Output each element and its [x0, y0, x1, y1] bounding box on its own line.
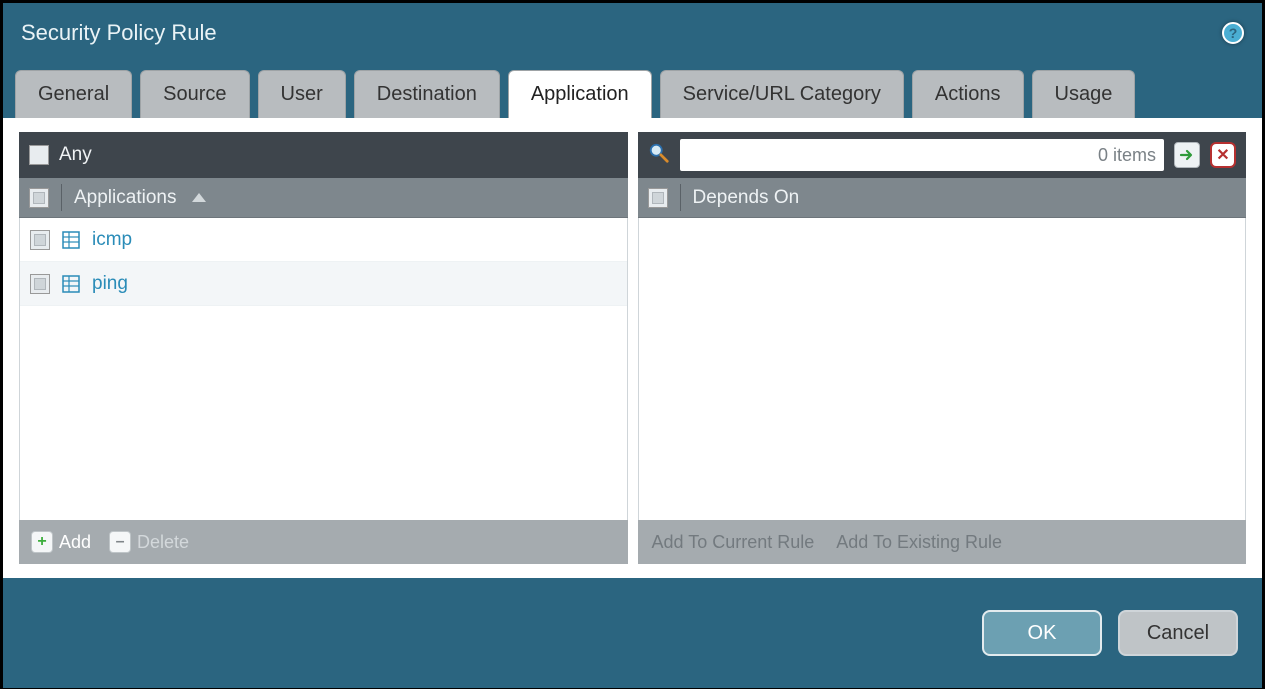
depends-search-bar: 0 items ✕: [638, 132, 1247, 178]
application-panel: Any Applications icmp ping: [3, 118, 1262, 578]
applications-pane: Any Applications icmp ping: [19, 132, 628, 564]
depends-on-pane: 0 items ✕ Depends On Add To Current Rule…: [638, 132, 1247, 564]
tab-label: Service/URL Category: [683, 83, 881, 105]
tab-label: Source: [163, 83, 226, 105]
column-header-label: Applications: [74, 187, 176, 209]
tab-label: Actions: [935, 83, 1001, 105]
add-button[interactable]: + Add: [31, 531, 91, 553]
tab-usage[interactable]: Usage: [1032, 70, 1136, 118]
depends-list: [638, 218, 1247, 520]
tab-label: General: [38, 83, 109, 105]
plus-icon: +: [31, 531, 53, 553]
applications-any-bar: Any: [19, 132, 628, 178]
ok-button[interactable]: OK: [982, 610, 1102, 656]
sort-ascending-icon: [192, 193, 206, 202]
cancel-button[interactable]: Cancel: [1118, 610, 1238, 656]
application-name[interactable]: icmp: [92, 229, 132, 251]
ok-label: OK: [1028, 622, 1057, 645]
any-label: Any: [59, 144, 92, 166]
select-all-depends-checkbox[interactable]: [648, 188, 668, 208]
add-to-current-rule-button[interactable]: Add To Current Rule: [652, 532, 815, 553]
tab-destination[interactable]: Destination: [354, 70, 500, 118]
row-checkbox[interactable]: [30, 230, 50, 250]
applications-footer: + Add – Delete: [19, 520, 628, 564]
dialog-footer: OK Cancel: [3, 578, 1262, 688]
application-grid-icon: [62, 275, 80, 293]
tab-label: Usage: [1055, 83, 1113, 105]
tab-label: User: [281, 83, 323, 105]
application-name[interactable]: ping: [92, 273, 128, 295]
dialog-titlebar: Security Policy Rule ?: [3, 3, 1262, 63]
clear-button[interactable]: ✕: [1210, 142, 1236, 168]
minus-icon: –: [109, 531, 131, 553]
delete-label: Delete: [137, 532, 189, 553]
search-input[interactable]: [688, 146, 1098, 164]
tab-actions[interactable]: Actions: [912, 70, 1024, 118]
search-input-wrap: 0 items: [680, 139, 1165, 171]
depends-footer: Add To Current Rule Add To Existing Rule: [638, 520, 1247, 564]
dialog-title: Security Policy Rule: [21, 20, 217, 46]
item-count: 0 items: [1098, 145, 1156, 166]
tabs-row: General Source User Destination Applicat…: [3, 63, 1262, 118]
tab-application[interactable]: Application: [508, 70, 652, 118]
tab-label: Destination: [377, 83, 477, 105]
column-header-label: Depends On: [693, 187, 800, 209]
application-row[interactable]: icmp: [20, 218, 627, 262]
add-label: Add: [59, 532, 91, 553]
depends-column-header[interactable]: Depends On: [638, 178, 1247, 218]
go-button[interactable]: [1174, 142, 1200, 168]
applications-column-header[interactable]: Applications: [19, 178, 628, 218]
add-to-existing-rule-button[interactable]: Add To Existing Rule: [836, 532, 1002, 553]
tab-service-url-category[interactable]: Service/URL Category: [660, 70, 904, 118]
row-checkbox[interactable]: [30, 274, 50, 294]
tab-source[interactable]: Source: [140, 70, 249, 118]
delete-button[interactable]: – Delete: [109, 531, 189, 553]
search-icon: [648, 142, 670, 169]
application-row[interactable]: ping: [20, 262, 627, 306]
applications-list: icmp ping: [19, 218, 628, 520]
application-grid-icon: [62, 231, 80, 249]
tab-label: Application: [531, 83, 629, 105]
divider: [61, 184, 62, 211]
tab-general[interactable]: General: [15, 70, 132, 118]
any-checkbox[interactable]: [29, 145, 49, 165]
divider: [680, 184, 681, 211]
tab-user[interactable]: User: [258, 70, 346, 118]
help-icon[interactable]: ?: [1222, 22, 1244, 44]
cancel-label: Cancel: [1147, 622, 1209, 645]
select-all-checkbox[interactable]: [29, 188, 49, 208]
